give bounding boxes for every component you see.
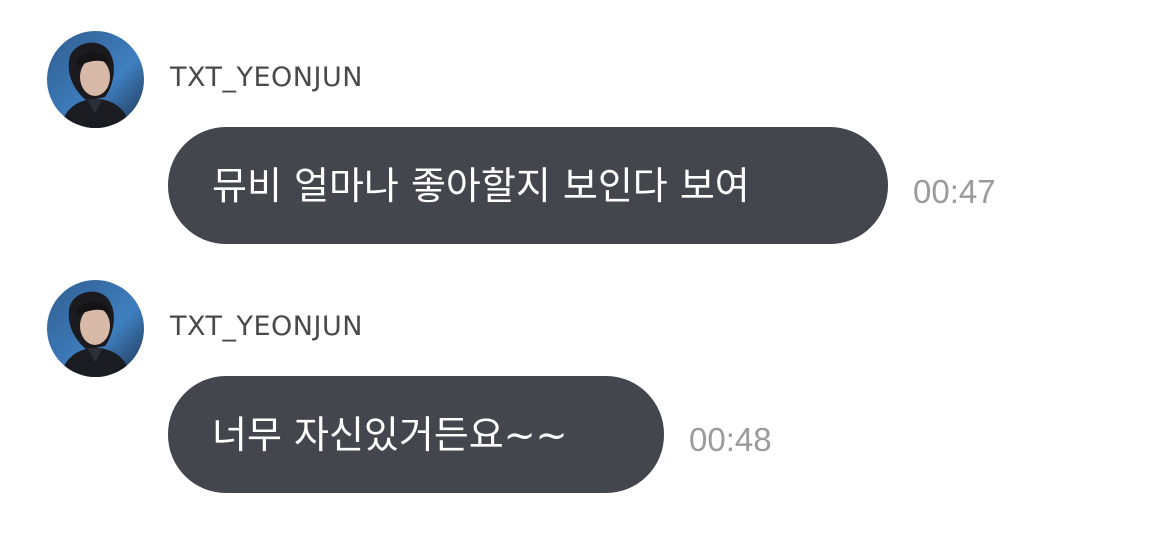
avatar[interactable] bbox=[47, 31, 144, 128]
message-timestamp: 00:47 bbox=[913, 173, 996, 210]
sender-name: TXT_YEONJUN bbox=[170, 311, 363, 342]
message-bubble[interactable]: 너무 자신있거든요~~ bbox=[168, 376, 664, 493]
message-timestamp: 00:48 bbox=[689, 421, 772, 458]
message-text: 뮤비 얼마나 좋아할지 보인다 보여 bbox=[212, 163, 750, 208]
chat-message: TXT_YEONJUN 뮤비 얼마나 좋아할지 보인다 보여 00:47 bbox=[0, 30, 1170, 250]
avatar-photo-icon bbox=[47, 280, 144, 377]
message-text: 너무 자신있거든요~~ bbox=[212, 412, 568, 457]
avatar-photo-icon bbox=[47, 31, 144, 128]
sender-name: TXT_YEONJUN bbox=[170, 62, 363, 93]
avatar[interactable] bbox=[47, 280, 144, 377]
message-bubble[interactable]: 뮤비 얼마나 좋아할지 보인다 보여 bbox=[168, 127, 888, 244]
chat-message: TXT_YEONJUN 너무 자신있거든요~~ 00:48 bbox=[0, 279, 1170, 499]
